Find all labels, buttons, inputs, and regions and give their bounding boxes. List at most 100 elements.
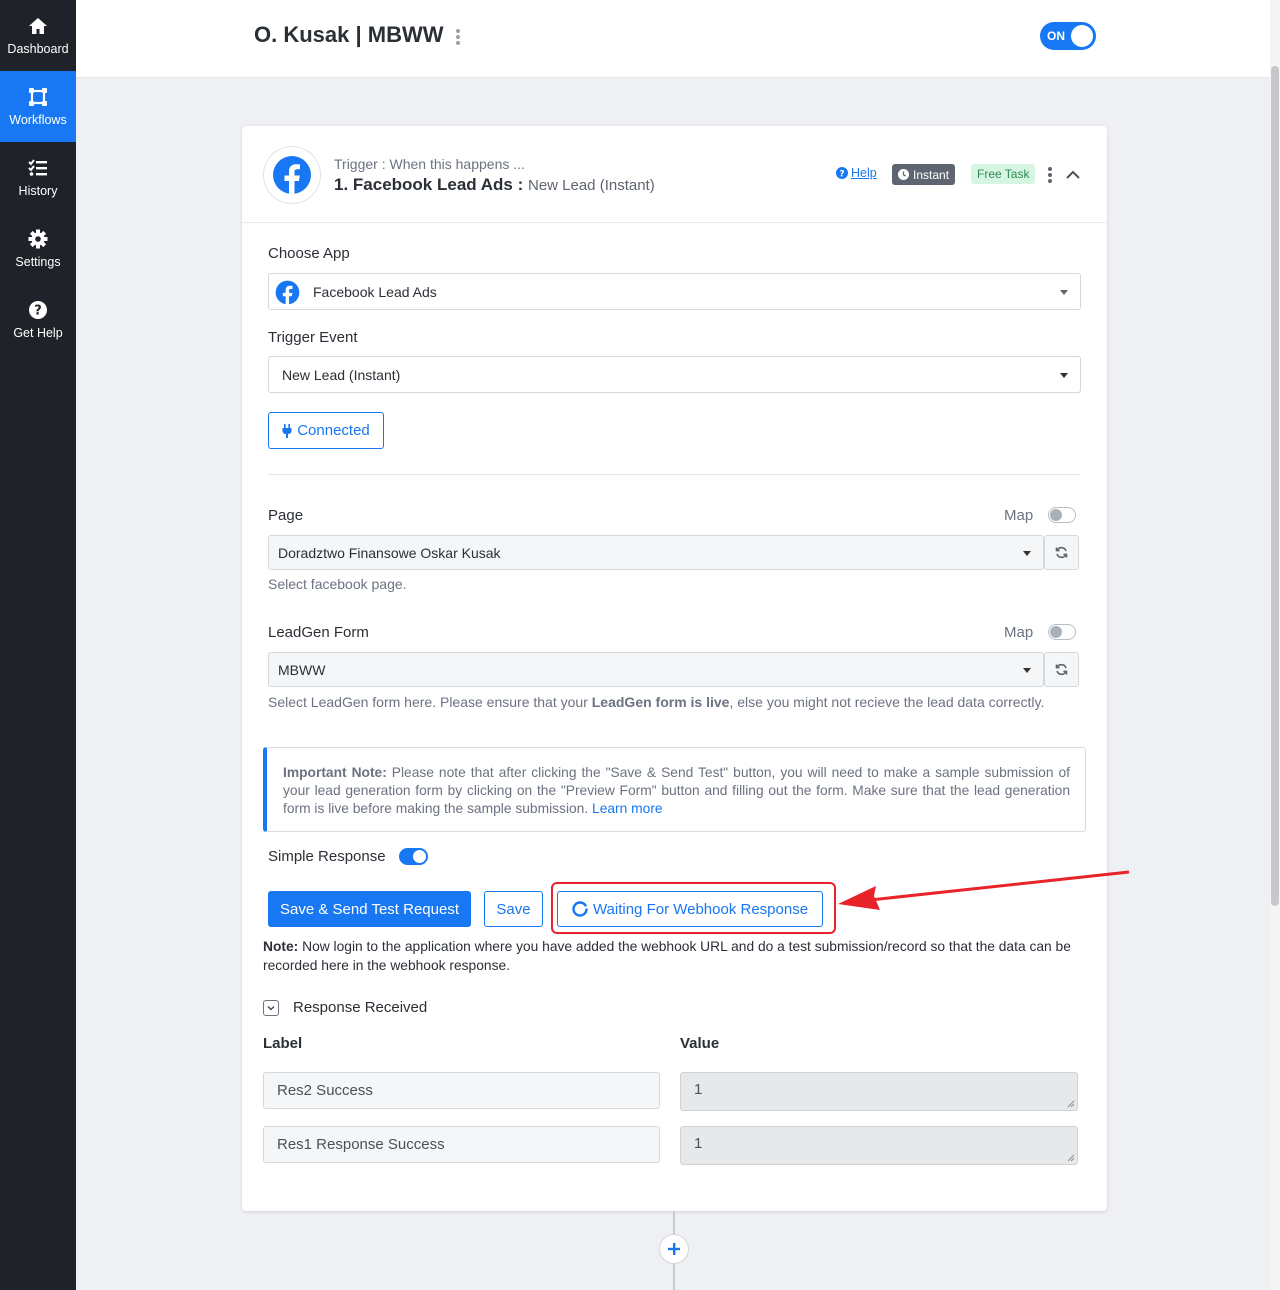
- important-note: Important Note: Please note that after c…: [263, 747, 1086, 832]
- history-icon: [27, 157, 49, 179]
- svg-text:?: ?: [34, 304, 42, 319]
- response-value-field[interactable]: 1: [680, 1072, 1078, 1111]
- webhook-note: Note: Now login to the application where…: [263, 937, 1083, 975]
- trigger-event-value: New Lead (Instant): [282, 366, 401, 383]
- plus-icon: [668, 1243, 680, 1255]
- help-text-part: , else you might not recieve the lead da…: [729, 694, 1045, 710]
- trigger-title: 1. Facebook Lead Ads : New Lead (Instant…: [334, 175, 655, 195]
- sidebar-item-label: Settings: [15, 255, 61, 269]
- sidebar-item-history[interactable]: History: [0, 142, 76, 213]
- page-map-toggle[interactable]: [1048, 507, 1076, 523]
- top-bar: O. Kusak | MBWW ON: [76, 0, 1270, 78]
- toggle-knob: [413, 850, 426, 863]
- choose-app-select[interactable]: Facebook Lead Ads: [268, 273, 1081, 310]
- caret-down-icon: [1060, 373, 1068, 378]
- sidebar-item-dashboard[interactable]: Dashboard: [0, 0, 76, 71]
- webhook-note-text: Now login to the application where you h…: [263, 939, 1071, 973]
- learn-more-link[interactable]: Learn more: [592, 801, 663, 816]
- sidebar-item-label: History: [18, 184, 58, 198]
- leadgen-map-toggle[interactable]: [1048, 624, 1076, 640]
- page-select[interactable]: Doradztwo Finansowe Oskar Kusak: [268, 535, 1044, 570]
- refresh-icon: [1055, 663, 1068, 676]
- workflow-on-toggle[interactable]: ON: [1040, 22, 1096, 50]
- chevron-down-icon: [263, 999, 279, 1016]
- help-text-part: Select LeadGen form here. Please ensure …: [268, 694, 592, 710]
- trigger-card: Trigger : When this happens ... 1. Faceb…: [242, 126, 1107, 1211]
- value-column-header: Value: [680, 1035, 720, 1052]
- page-help-text: Select facebook page.: [268, 576, 407, 592]
- leadgen-map-label: Map: [1004, 624, 1034, 641]
- sidebar-item-settings[interactable]: Settings: [0, 213, 76, 284]
- help-label: Help: [851, 166, 877, 180]
- important-note-title: Important Note:: [283, 765, 387, 780]
- leadgen-value: MBWW: [278, 661, 326, 678]
- trigger-header[interactable]: Trigger : When this happens ... 1. Faceb…: [242, 126, 1107, 223]
- page-label: Page: [268, 507, 304, 524]
- caret-down-icon: [1023, 668, 1031, 673]
- free-task-badge: Free Task: [971, 164, 1036, 184]
- page-refresh-button[interactable]: [1044, 535, 1079, 570]
- trigger-event-label: Trigger Event: [268, 329, 358, 346]
- response-received-label: Response Received: [293, 999, 428, 1016]
- toggle-knob: [1071, 25, 1093, 47]
- resize-grip-icon[interactable]: [1067, 1100, 1075, 1108]
- spinner-icon: [572, 901, 588, 917]
- leadgen-refresh-button[interactable]: [1044, 652, 1079, 687]
- save-send-test-button[interactable]: Save & Send Test Request: [268, 891, 471, 927]
- simple-response-toggle[interactable]: [399, 848, 428, 865]
- workflow-title[interactable]: O. Kusak | MBWW: [254, 22, 444, 48]
- instant-badge: Instant: [892, 164, 956, 185]
- page-value: Doradztwo Finansowe Oskar Kusak: [278, 544, 501, 561]
- toggle-label: ON: [1047, 29, 1065, 43]
- trigger-event-name: New Lead (Instant): [527, 177, 655, 194]
- important-note-text: Please note that after clicking the "Sav…: [283, 765, 1070, 816]
- help-text-bold: LeadGen form is live: [591, 694, 730, 710]
- toggle-knob: [1050, 626, 1062, 638]
- sidebar-item-label: Get Help: [13, 326, 63, 340]
- annotation-arrow: [838, 870, 1130, 910]
- resize-grip-icon[interactable]: [1067, 1154, 1075, 1162]
- chevron-up-icon[interactable]: [1065, 167, 1081, 183]
- choose-app-value: Facebook Lead Ads: [313, 283, 437, 300]
- response-value-field[interactable]: 1: [680, 1126, 1078, 1165]
- step-menu-icon[interactable]: [1046, 166, 1054, 184]
- instant-label: Instant: [913, 167, 950, 182]
- clock-icon: [898, 169, 909, 180]
- leadgen-help-text: Select LeadGen form here. Please ensure …: [268, 694, 1044, 710]
- scrollbar-thumb[interactable]: [1271, 66, 1279, 906]
- gear-icon: [27, 228, 49, 250]
- divider: [268, 474, 1081, 475]
- trigger-subtitle: Trigger : When this happens ...: [334, 156, 525, 172]
- sidebar-item-workflows[interactable]: Workflows: [0, 71, 76, 142]
- response-value: 1: [694, 1135, 703, 1152]
- help-link[interactable]: ? Help: [836, 166, 877, 180]
- plug-icon: [282, 423, 292, 438]
- label-column-header: Label: [263, 1035, 303, 1052]
- waiting-label: Waiting For Webhook Response: [592, 900, 809, 918]
- sidebar-item-get-help[interactable]: ? Get Help: [0, 284, 76, 355]
- response-label-field[interactable]: Res2 Success: [263, 1072, 660, 1109]
- response-value: 1: [694, 1081, 703, 1098]
- connected-button[interactable]: Connected: [268, 412, 384, 449]
- sidebar-item-label: Workflows: [9, 113, 67, 127]
- leadgen-form-label: LeadGen Form: [268, 624, 369, 641]
- question-icon: ?: [836, 167, 848, 179]
- trigger-app-name: 1. Facebook Lead Ads :: [334, 175, 524, 194]
- save-button[interactable]: Save: [484, 891, 543, 927]
- simple-response-label: Simple Response: [268, 848, 386, 865]
- caret-down-icon: [1060, 290, 1068, 295]
- trigger-event-select[interactable]: New Lead (Instant): [268, 356, 1081, 393]
- choose-app-label: Choose App: [268, 245, 350, 262]
- connected-label: Connected: [297, 422, 370, 439]
- toggle-knob: [1050, 509, 1062, 521]
- caret-down-icon: [1023, 551, 1031, 556]
- leadgen-form-select[interactable]: MBWW: [268, 652, 1044, 687]
- add-step-button[interactable]: [659, 1234, 689, 1264]
- facebook-logo-icon: [263, 146, 321, 204]
- refresh-icon: [1055, 546, 1068, 559]
- workflow-menu-icon[interactable]: [454, 27, 462, 47]
- webhook-note-title: Note:: [263, 939, 299, 954]
- waiting-webhook-button[interactable]: Waiting For Webhook Response: [557, 891, 823, 927]
- response-label-field[interactable]: Res1 Response Success: [263, 1126, 660, 1163]
- response-received-toggle[interactable]: Response Received: [263, 999, 427, 1016]
